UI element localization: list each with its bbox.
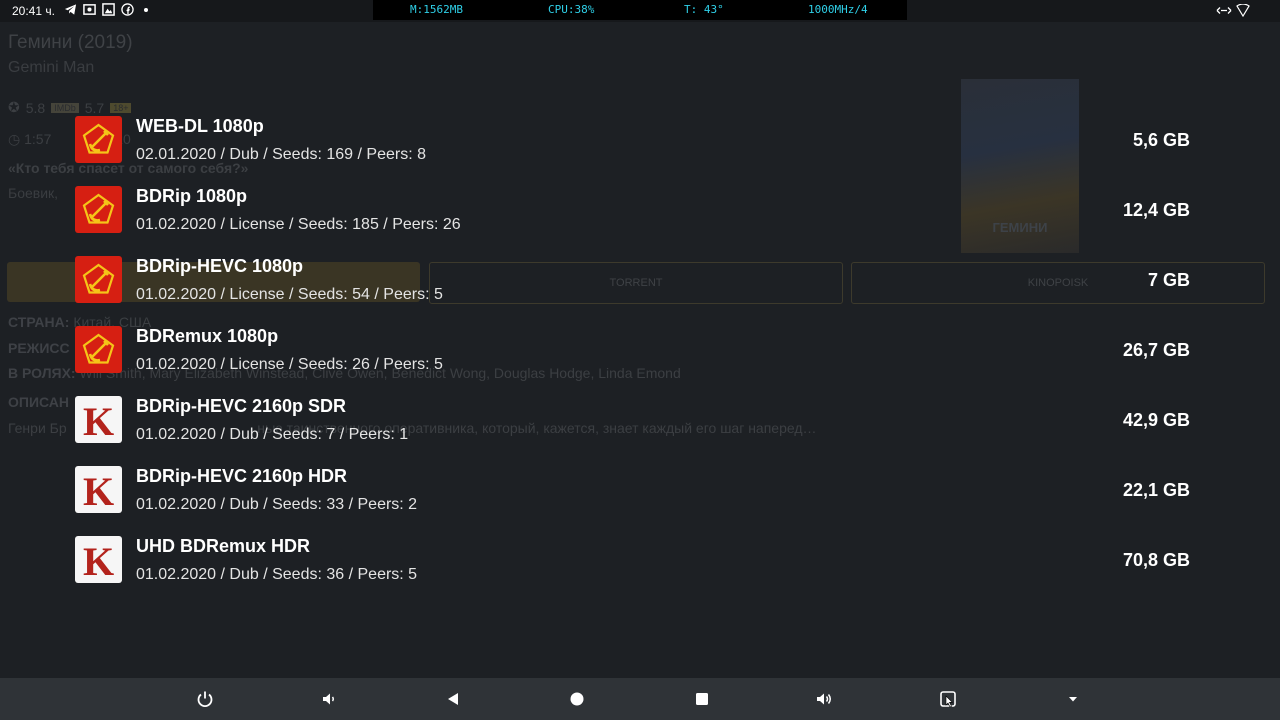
torrent-size: 7 GB [1147,270,1190,290]
rutor-icon [75,186,122,233]
torrent-size: 70,8 GB [1122,550,1190,570]
svg-text:K: K [83,469,114,513]
torrent-title: UHD BDRemux HDR [136,536,311,556]
torrent-title: WEB-DL 1080p [136,116,264,136]
svg-text:K: K [83,399,114,443]
torrent-info: 01.02.2020 / License / Seeds: 54 / Peers… [136,286,443,303]
torrent-info: 01.02.2020 / Dub / Seeds: 33 / Peers: 2 [136,496,418,513]
torrent-title: BDRip-HEVC 2160p HDR [136,466,348,486]
screenshot-icon[interactable] [936,687,960,711]
torrent-info: 01.02.2020 / License / Seeds: 185 / Peer… [136,216,461,233]
torrent-info: 01.02.2020 / Dub / Seeds: 7 / Peers: 1 [136,426,409,443]
torrent-title: BDRip 1080p [136,186,248,206]
torrent-row[interactable]: K BDRip-HEVC 2160p SDR 01.02.2020 / Dub … [75,396,1195,466]
power-icon[interactable] [193,687,217,711]
torrent-row[interactable]: WEB-DL 1080p 02.01.2020 / Dub / Seeds: 1… [75,116,1195,186]
back-icon[interactable] [441,687,465,711]
kinozal-icon: K [75,396,122,443]
torrent-title: BDRip-HEVC 1080p [136,256,304,276]
torrent-row[interactable]: K UHD BDRemux HDR 01.02.2020 / Dub / See… [75,536,1195,606]
torrent-title: BDRip-HEVC 2160p SDR [136,396,347,416]
torrent-info: 02.01.2020 / Dub / Seeds: 169 / Peers: 8 [136,146,426,163]
kinozal-icon: K [75,536,122,583]
torrent-row[interactable]: BDRip 1080p 01.02.2020 / License / Seeds… [75,186,1195,256]
torrent-info: 01.02.2020 / Dub / Seeds: 36 / Peers: 5 [136,566,418,583]
rutor-icon [75,326,122,373]
torrent-row[interactable]: BDRemux 1080p 01.02.2020 / License / See… [75,326,1195,396]
recents-icon[interactable] [690,687,714,711]
torrent-title: BDRemux 1080p [136,326,279,346]
torrent-size: 22,1 GB [1122,480,1190,500]
volume-up-icon[interactable] [812,687,836,711]
torrent-size: 5,6 GB [1132,130,1190,150]
rutor-icon [75,256,122,303]
torrent-size: 26,7 GB [1122,340,1190,360]
torrent-size: 42,9 GB [1122,410,1190,430]
torrent-row[interactable]: BDRip-HEVC 1080p 01.02.2020 / License / … [75,256,1195,326]
rutor-icon [75,116,122,163]
home-icon[interactable] [565,687,589,711]
torrent-info: 01.02.2020 / License / Seeds: 26 / Peers… [136,356,443,373]
torrent-list: WEB-DL 1080p 02.01.2020 / Dub / Seeds: 1… [0,0,1280,678]
kinozal-icon: K [75,466,122,513]
navigation-bar [0,678,1280,720]
chevron-down-icon[interactable] [1061,687,1085,711]
torrent-row[interactable]: K BDRip-HEVC 2160p HDR 01.02.2020 / Dub … [75,466,1195,536]
svg-text:K: K [83,539,114,583]
torrent-size: 12,4 GB [1122,200,1190,220]
volume-down-icon[interactable] [317,687,341,711]
